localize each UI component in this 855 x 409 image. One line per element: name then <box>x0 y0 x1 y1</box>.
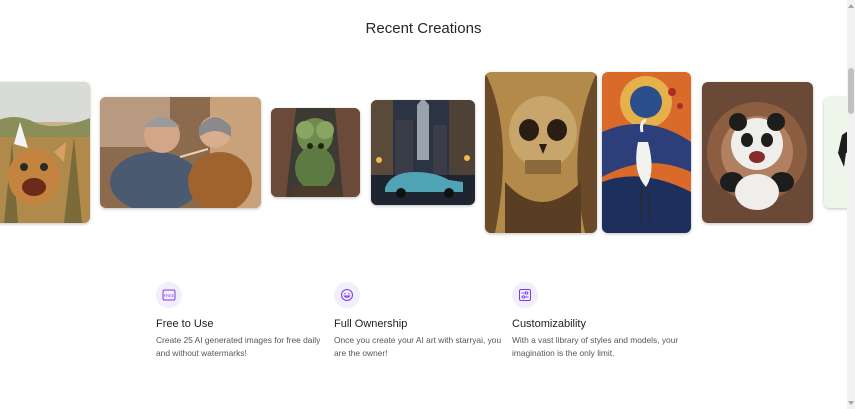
feature-customizability: Customizability With a vast library of s… <box>512 282 692 359</box>
feature-description: Once you create your AI art with starrya… <box>334 335 502 358</box>
golden-skull-image[interactable] <box>485 72 597 233</box>
feature-title: Customizability <box>512 318 586 330</box>
scroll-down-arrow-icon[interactable] <box>848 401 854 405</box>
vintage-car-city-image[interactable] <box>371 100 475 205</box>
feature-title: Full Ownership <box>334 318 408 330</box>
sliders-icon <box>512 282 538 308</box>
feature-title: Free to Use <box>156 318 214 330</box>
scrollbar-thumb[interactable] <box>848 68 854 114</box>
cat-in-cornfield-image[interactable] <box>0 82 90 223</box>
vertical-scrollbar[interactable] <box>847 0 855 409</box>
panda-portrait-image[interactable] <box>702 82 813 223</box>
svg-text:FREE: FREE <box>164 293 175 298</box>
crane-bird-art-image[interactable] <box>602 72 691 233</box>
feature-full-ownership: Full Ownership Once you create your AI a… <box>334 282 514 359</box>
free-badge-icon: FREE <box>156 282 182 308</box>
feature-description: Create 25 AI generated images for free d… <box>156 335 321 358</box>
feature-free-to-use: FREE Free to Use Create 25 AI generated … <box>156 282 336 359</box>
broccoli-creature-image[interactable] <box>271 108 360 197</box>
scroll-up-arrow-icon[interactable] <box>848 4 854 8</box>
elderly-couple-painting-image[interactable] <box>100 97 261 208</box>
feature-description: With a vast library of styles and models… <box>512 335 679 358</box>
smile-face-icon <box>334 282 360 308</box>
